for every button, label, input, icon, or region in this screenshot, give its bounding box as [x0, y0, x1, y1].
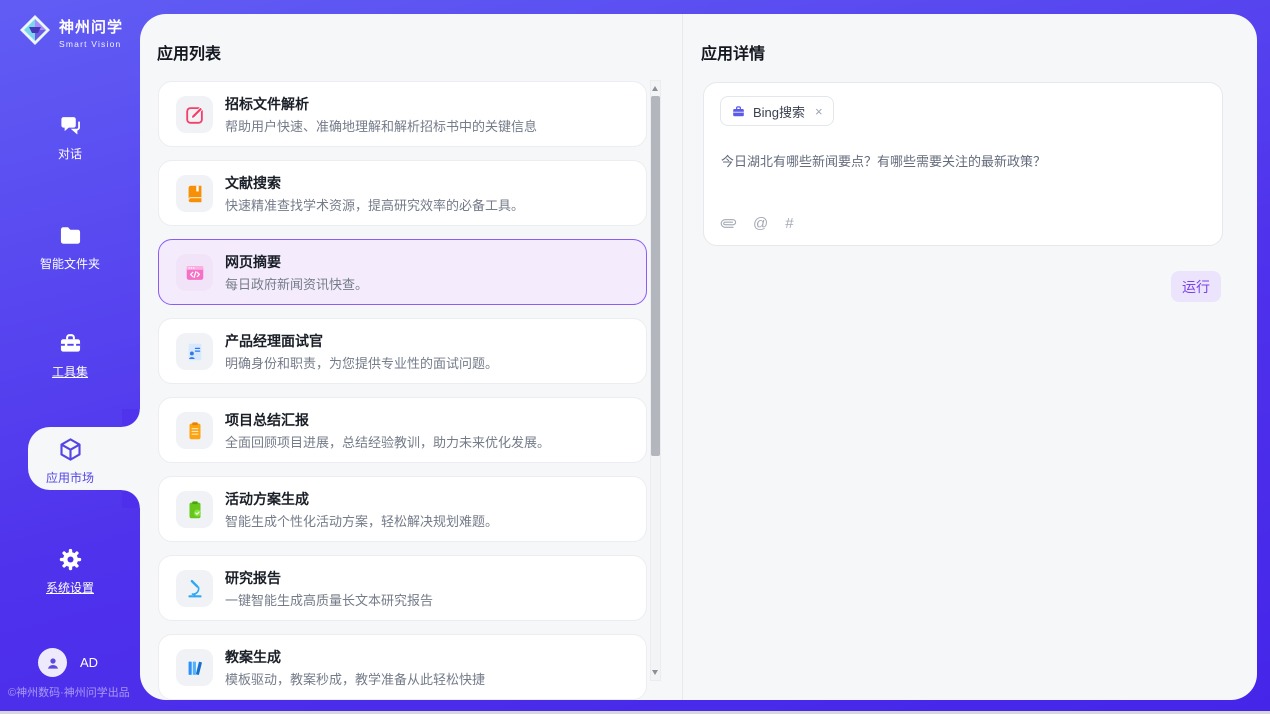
app-card-title: 网页摘要 [225, 252, 281, 272]
web-code-icon [176, 254, 213, 291]
app-card-title: 文献搜索 [225, 173, 281, 193]
app-card-desc: 每日政府新闻资讯快查。 [225, 274, 368, 293]
sidebar-item-label: 应用市场 [0, 469, 140, 486]
sidebar-item-settings[interactable]: 系统设置 [0, 546, 140, 596]
scroll-down-arrow-icon[interactable] [652, 670, 658, 675]
briefcase-icon [731, 104, 746, 119]
app-list-title: 应用列表 [157, 40, 221, 64]
brand-subtitle: Smart Vision [59, 39, 123, 49]
run-button[interactable]: 运行 [1171, 271, 1221, 302]
gear-icon [0, 546, 140, 573]
clipboard-icon [176, 412, 213, 449]
interview-doc-icon [176, 333, 213, 370]
user-account[interactable]: AD [38, 648, 98, 677]
sidebar-item-toolset[interactable]: 工具集 [0, 330, 140, 380]
chat-icon [0, 112, 140, 139]
app-card-title: 招标文件解析 [225, 94, 309, 114]
app-card-title: 产品经理面试官 [225, 331, 323, 351]
brand-name: 神州问学 [59, 16, 123, 37]
app-list-scrollbar[interactable] [650, 80, 661, 681]
app-detail-title: 应用详情 [701, 40, 765, 64]
paperclip-icon[interactable] [718, 213, 739, 234]
app-card-project-summary[interactable]: 项目总结汇报 全面回顾项目进展，总结经验教训，助力未来优化发展。 [158, 397, 647, 463]
app-card-lesson-plan[interactable]: 教案生成 模板驱动，教案秒成，教学准备从此轻松快捷 [158, 634, 647, 700]
sidebar-item-label: 对话 [0, 145, 140, 162]
sidebar-item-label: 智能文件夹 [0, 255, 140, 272]
toolbox-icon [0, 330, 140, 357]
app-card-web-summary[interactable]: 网页摘要 每日政府新闻资讯快查。 [158, 239, 647, 305]
folder-icon [0, 222, 140, 249]
brand-logo-icon [18, 13, 52, 52]
app-card-desc: 智能生成个性化活动方案，轻松解决规划难题。 [225, 511, 498, 530]
edit-square-icon [176, 96, 213, 133]
sidebar-item-label: 系统设置 [0, 579, 140, 596]
app-card-title: 活动方案生成 [225, 489, 309, 509]
clipboard-check-icon [176, 491, 213, 528]
avatar [38, 648, 67, 677]
at-icon[interactable]: @ [753, 215, 768, 232]
sidebar-item-app-market[interactable]: 应用市场 [0, 436, 140, 486]
prompt-card[interactable]: Bing搜索 × 今日湖北有哪些新闻要点？有哪些需要关注的最新政策？ @ # [703, 82, 1223, 246]
scrollbar-thumb[interactable] [651, 96, 660, 456]
app-card-event-plan[interactable]: 活动方案生成 智能生成个性化活动方案，轻松解决规划难题。 [158, 476, 647, 542]
app-card-desc: 模板驱动，教案秒成，教学准备从此轻松快捷 [225, 669, 485, 688]
close-icon[interactable]: × [815, 104, 823, 119]
prompt-text[interactable]: 今日湖北有哪些新闻要点？有哪些需要关注的最新政策？ [721, 151, 1201, 170]
sidebar-item-smart-folder[interactable]: 智能文件夹 [0, 222, 140, 272]
app-card-bid-parse[interactable]: 招标文件解析 帮助用户快速、准确地理解和解析招标书中的关键信息 [158, 81, 647, 147]
app-list-panel: 应用列表 招标文件解析 帮助用户快速、准确地理解和解析招标书中的关键信息 [140, 14, 683, 700]
microscope-icon [176, 570, 213, 607]
book-icon [176, 175, 213, 212]
app-card-desc: 帮助用户快速、准确地理解和解析招标书中的关键信息 [225, 116, 537, 135]
brand: 神州问学 Smart Vision [18, 13, 123, 52]
hash-icon[interactable]: # [785, 215, 793, 232]
tool-tag-bing-search[interactable]: Bing搜索 × [720, 96, 834, 126]
app-card-pm-interviewer[interactable]: 产品经理面试官 明确身份和职责，为您提供专业性的面试问题。 [158, 318, 647, 384]
app-card-desc: 快速精准查找学术资源，提高研究效率的必备工具。 [225, 195, 524, 214]
sidebar-footer: ©神州数码·神州问学出品 [8, 684, 130, 700]
app-card-research-report[interactable]: 研究报告 一键智能生成高质量长文本研究报告 [158, 555, 647, 621]
app-card-title: 研究报告 [225, 568, 281, 588]
app-card-title: 项目总结汇报 [225, 410, 309, 430]
app-card-title: 教案生成 [225, 647, 281, 667]
app-card-desc: 一键智能生成高质量长文本研究报告 [225, 590, 433, 609]
app-card-literature-search[interactable]: 文献搜索 快速精准查找学术资源，提高研究效率的必备工具。 [158, 160, 647, 226]
user-initials: AD [80, 655, 98, 670]
sidebar: 神州问学 Smart Vision 对话 智能文件夹 [0, 0, 140, 714]
app-card-desc: 明确身份和职责，为您提供专业性的面试问题。 [225, 353, 498, 372]
sidebar-item-label: 工具集 [0, 363, 140, 380]
sidebar-item-chat[interactable]: 对话 [0, 112, 140, 162]
app-card-desc: 全面回顾项目进展，总结经验教训，助力未来优化发展。 [225, 432, 550, 451]
app-window: 神州问学 Smart Vision 对话 智能文件夹 [0, 0, 1270, 714]
main-content: 应用列表 招标文件解析 帮助用户快速、准确地理解和解析招标书中的关键信息 [140, 14, 1257, 700]
books-icon [176, 649, 213, 686]
app-detail-panel: 应用详情 Bing搜索 × 今日湖北有哪些新闻要点？有哪些需要关注的最新政策？ [684, 14, 1257, 700]
cube-icon [0, 436, 140, 463]
tool-tag-label: Bing搜索 [753, 102, 805, 121]
composer-toolbar: @ # [721, 215, 794, 232]
scroll-up-arrow-icon[interactable] [652, 86, 658, 91]
